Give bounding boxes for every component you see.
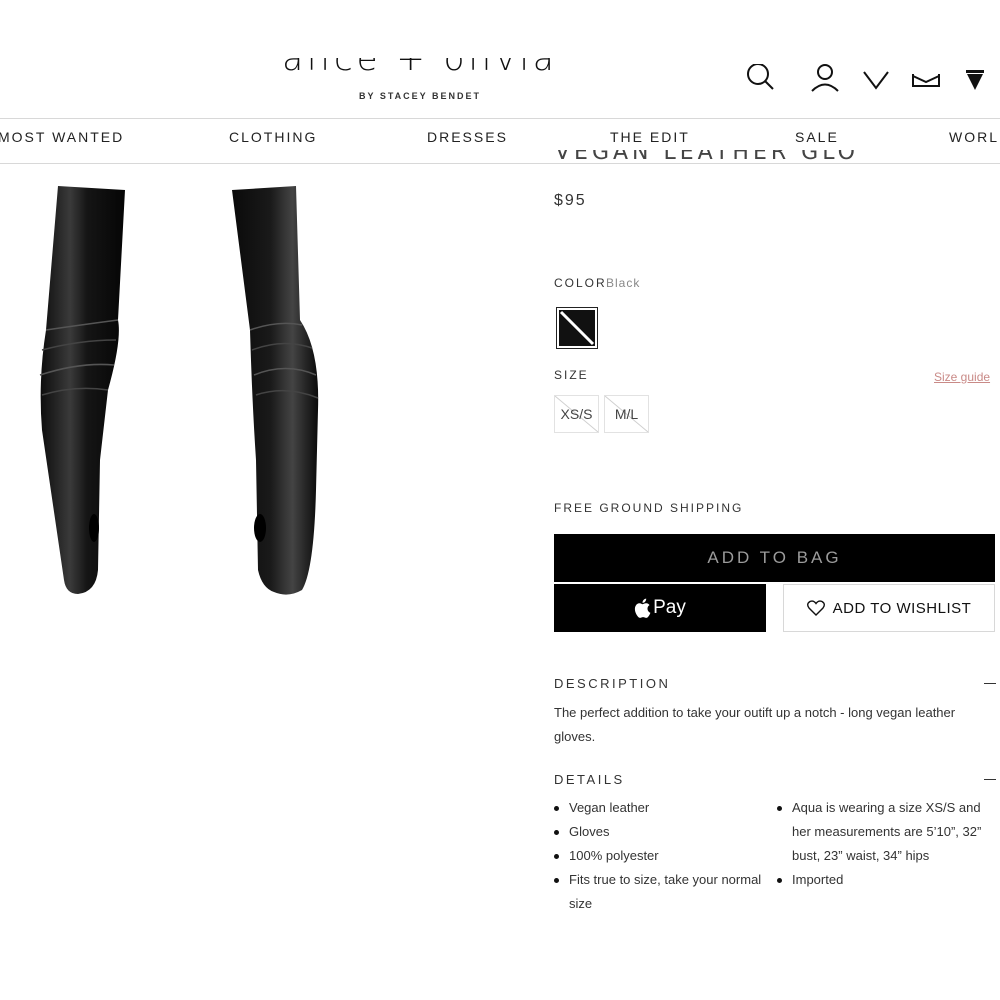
description-collapse-icon[interactable] — [984, 683, 996, 684]
product-title: VEGAN LEATHER GLOVES — [555, 150, 855, 164]
nav-item-world[interactable]: WORLD — [949, 129, 1000, 145]
size-guide-link[interactable]: Size guide — [934, 370, 990, 384]
details-heading[interactable]: DETAILS — [554, 772, 625, 787]
nav-item-sale[interactable]: SALE — [795, 129, 839, 145]
apple-pay-label: Pay — [653, 597, 686, 618]
list-item: 100% polyester — [554, 844, 769, 868]
mail-icon[interactable] — [910, 64, 942, 94]
list-item: Imported — [777, 868, 998, 892]
search-icon[interactable] — [744, 63, 776, 94]
color-value: Black — [606, 276, 641, 290]
description-heading[interactable]: DESCRIPTION — [554, 676, 670, 691]
list-item: Gloves — [554, 820, 769, 844]
product-image-glove-right — [232, 186, 319, 595]
add-to-wishlist-button[interactable]: ADD TO WISHLIST — [783, 584, 995, 632]
bag-icon[interactable] — [962, 64, 988, 94]
free-shipping-note: FREE GROUND SHIPPING — [554, 501, 744, 515]
list-item: Fits true to size, take your normal size — [554, 868, 769, 916]
account-icon[interactable] — [809, 64, 841, 94]
nav-item-dresses[interactable]: DRESSES — [427, 129, 508, 145]
size-label: SIZE — [554, 368, 589, 382]
heart-icon[interactable] — [860, 64, 892, 94]
product-price: $95 — [554, 192, 587, 209]
size-option-xs-s[interactable]: XS/S — [554, 395, 599, 433]
apple-logo-icon — [635, 598, 651, 618]
add-to-bag-button[interactable]: ADD TO BAG — [554, 534, 995, 582]
nav-item-the-edit[interactable]: THE EDIT — [610, 129, 690, 145]
size-option-m-l[interactable]: M/L — [604, 395, 649, 433]
color-swatch-black[interactable] — [556, 307, 598, 349]
brand-logo[interactable]: alice + olivia BY STACEY BENDET — [0, 58, 840, 108]
product-image-glove-left — [39, 186, 125, 594]
logo-wordmark: alice + olivia — [282, 58, 558, 79]
details-collapse-icon[interactable] — [984, 779, 996, 780]
color-label: COLOR — [554, 276, 607, 290]
swatch-slash-icon — [559, 310, 595, 346]
nav-item-clothing[interactable]: CLOTHING — [229, 129, 317, 145]
apple-pay-button[interactable]: Pay — [554, 584, 766, 632]
logo-byline: BY STACEY BENDET — [358, 91, 482, 101]
wishlist-label: ADD TO WISHLIST — [832, 599, 972, 617]
size-option-label: M/L — [614, 406, 639, 422]
list-item: Vegan leather — [554, 796, 769, 820]
details-list-left: Vegan leather Gloves 100% polyester Fits… — [554, 796, 769, 916]
nav-item-most-wanted[interactable]: MOST WANTED — [0, 129, 124, 145]
details-list-right: Aqua is wearing a size XS/S and her meas… — [777, 796, 998, 892]
size-option-label: XS/S — [560, 406, 593, 422]
list-item: Aqua is wearing a size XS/S and her meas… — [777, 796, 998, 868]
description-text: The perfect addition to take your outift… — [554, 705, 956, 744]
heart-outline-icon — [806, 600, 825, 616]
